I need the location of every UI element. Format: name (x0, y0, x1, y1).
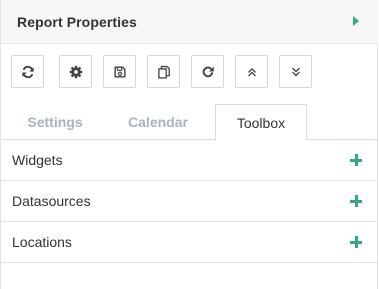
save-button[interactable] (103, 55, 136, 88)
copy-icon (157, 65, 170, 79)
tab-calendar[interactable]: Calendar (115, 104, 201, 140)
tab-toolbox[interactable]: Toolbox (215, 104, 307, 141)
section-locations[interactable]: Locations (1, 222, 378, 263)
section-label: Datasources (12, 193, 91, 209)
section-label: Widgets (12, 152, 63, 168)
tab-settings[interactable]: Settings (17, 104, 93, 140)
plus-icon[interactable] (350, 154, 362, 166)
save-icon (113, 65, 126, 78)
chevrons-up-icon (247, 67, 256, 76)
collapse-all-button[interactable] (235, 55, 268, 88)
refresh-icon (21, 65, 34, 78)
gear-icon (69, 65, 82, 78)
refresh-button[interactable] (11, 55, 44, 88)
section-widgets[interactable]: Widgets (1, 140, 378, 181)
plus-icon[interactable] (350, 236, 362, 248)
caret-right-icon[interactable] (353, 16, 359, 26)
chevrons-down-icon (291, 67, 300, 76)
redo-icon (202, 66, 214, 77)
section-datasources[interactable]: Datasources (1, 181, 378, 222)
section-label: Locations (12, 234, 72, 250)
tab-bar: Settings Calendar Toolbox (1, 104, 378, 141)
settings-button[interactable] (59, 55, 92, 88)
copy-button[interactable] (147, 55, 180, 88)
panel-header[interactable]: Report Properties (1, 0, 378, 44)
redo-button[interactable] (191, 55, 224, 88)
expand-all-button[interactable] (279, 55, 312, 88)
panel-title: Report Properties (17, 13, 137, 30)
plus-icon[interactable] (350, 195, 362, 207)
report-properties-panel: Report Properties Settings Calendar Tool… (0, 0, 378, 289)
